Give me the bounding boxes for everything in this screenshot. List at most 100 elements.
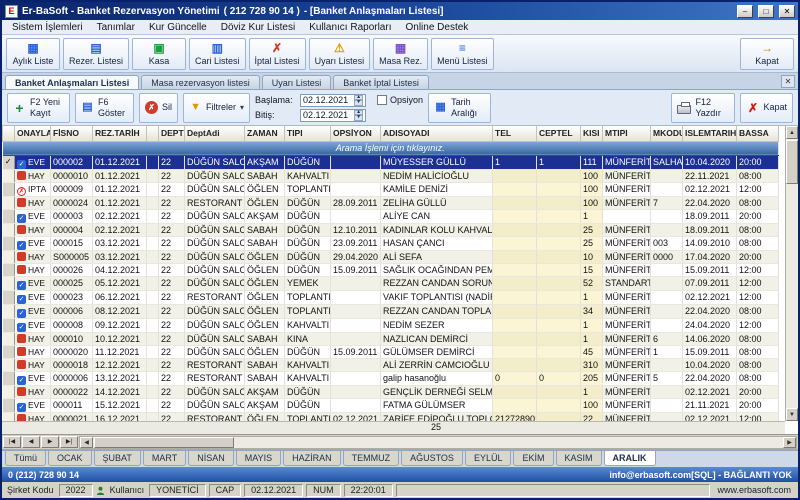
cari-listesi-button[interactable]: ▥Cari Listesi <box>189 38 246 70</box>
nav-next-button[interactable]: ▶ <box>41 436 59 448</box>
vertical-scrollbar[interactable]: ▲ ▼ <box>785 126 798 421</box>
nav-prev-button[interactable]: ◀ <box>22 436 40 448</box>
month-tab-kasim[interactable]: KASIM <box>556 451 602 466</box>
grid-search-row[interactable]: Arama İşlemi için tıklayınız. <box>3 141 779 155</box>
menu-item-doviz-kur-listesi[interactable]: Döviz Kur Listesi <box>215 22 301 33</box>
aylik-liste-button[interactable]: ▦Aylık Liste <box>6 38 60 70</box>
column-header-fisno[interactable]: FİSNO <box>51 126 93 141</box>
kasa-button[interactable]: ▣Kasa <box>132 38 186 70</box>
month-tab-haziran[interactable]: HAZİRAN <box>283 451 341 466</box>
maximize-button[interactable]: □ <box>758 5 774 18</box>
table-row[interactable]: ✗IPTA00000901.12.202122DÜĞÜN SALONUÖĞLEN… <box>3 182 779 196</box>
menu-item-kullanici-raporlari[interactable]: Kullanıcı Raporları <box>303 22 397 33</box>
iptal-listesi-button[interactable]: ✗İptal Listesi <box>249 38 306 70</box>
column-header-tel[interactable]: TEL <box>493 126 537 141</box>
column-header-ceptel[interactable]: CEPTEL <box>537 126 581 141</box>
month-tab-mayis[interactable]: MAYIS <box>236 451 281 466</box>
menu-listesi-button[interactable]: ≡Menü Listesi <box>431 38 494 70</box>
scroll-left-icon[interactable]: ◀ <box>80 437 93 448</box>
nav-first-button[interactable]: |◀ <box>3 436 21 448</box>
column-header-mtipi[interactable]: MTIPI <box>603 126 651 141</box>
tab-banket-anlasmalari-listesi[interactable]: Banket Anlaşmaları Listesi <box>5 75 139 89</box>
month-tab-agustos[interactable]: AĞUSTOS <box>401 451 463 466</box>
rezervasyon-listesi-button[interactable]: ▤Rezer. Listesi <box>63 38 129 70</box>
opsiyon-checkbox[interactable] <box>377 95 387 105</box>
nav-last-button[interactable]: ▶| <box>60 436 78 448</box>
end-date-spinner[interactable]: ▲▼ <box>354 110 363 121</box>
column-header-deptadi[interactable]: DeptAdi <box>185 126 245 141</box>
start-date-input[interactable]: 02.12.2021 ▲▼ <box>300 94 366 107</box>
table-row[interactable]: ✓EVE00000302.12.202122DÜĞÜN SALONUAKŞAMD… <box>3 209 779 223</box>
uyari-listesi-button[interactable]: ⚠Uyarı Listesi <box>309 38 371 70</box>
table-row[interactable]: HAY00000402.12.202122DÜĞÜN SALONUSABAHDÜ… <box>3 223 779 236</box>
scroll-right-icon[interactable]: ▶ <box>783 437 796 448</box>
month-tab-tumu[interactable]: Tümü <box>5 451 46 466</box>
table-row[interactable]: HAYS00000503.12.202122DÜĞÜN SALONUÖĞLEND… <box>3 250 779 263</box>
month-tab-ocak[interactable]: OCAK <box>48 451 92 466</box>
month-tab-mart[interactable]: MART <box>143 451 186 466</box>
table-row[interactable]: HAY000002401.12.202122RESTORANT KÜÇÜKÖĞL… <box>3 196 779 209</box>
table-row[interactable]: HAY000002116.12.202122RESTORANT KÜÇÜKÖĞL… <box>3 412 779 421</box>
month-tab-ekim[interactable]: EKİM <box>513 451 553 466</box>
delete-button[interactable]: ✗ Sil <box>139 93 178 123</box>
table-row[interactable]: ✓EVE00002306.12.202122RESTORANT KÜÇÜKÖĞL… <box>3 290 779 304</box>
date-range-button[interactable]: ▦ Tarih Aralığı <box>428 93 491 123</box>
table-row[interactable]: ✓EVE00002505.12.202122DÜĞÜN SALONUÖĞLENY… <box>3 276 779 290</box>
tab-uyari-listesi[interactable]: Uyarı Listesi <box>262 75 332 89</box>
table-row[interactable]: ✓EVE00000809.12.202122DÜĞÜN SALONUÖĞLENK… <box>3 318 779 332</box>
menu-item-tanimlar[interactable]: Tanımlar <box>91 22 141 33</box>
table-row[interactable]: ✓✓EVE00000201.12.202122DÜĞÜN SALONUAKŞAM… <box>3 155 779 169</box>
table-row[interactable]: HAY000001001.12.202122DÜĞÜN SALONUSABAHK… <box>3 169 779 182</box>
filter-close-button[interactable]: ✗ Kapat <box>740 93 793 123</box>
website-link[interactable]: www.erbasoft.com <box>713 485 795 495</box>
tab-banket-iptal-listesi[interactable]: Banket İptal Listesi <box>333 75 429 89</box>
column-header-tipi[interactable]: TIPI <box>285 126 331 141</box>
scroll-up-icon[interactable]: ▲ <box>786 126 798 139</box>
table-row[interactable]: HAY000001812.12.202122RESTORANT KÜÇÜKSAB… <box>3 358 779 371</box>
column-header-onayla[interactable]: ONAYLA <box>15 126 51 141</box>
month-tab-subat[interactable]: ŞUBAT <box>94 451 141 466</box>
table-row[interactable]: ✓EVE00001115.12.202122DÜĞÜN SALONUAKŞAMD… <box>3 398 779 412</box>
column-header-blank[interactable] <box>147 126 159 141</box>
vertical-scroll-thumb[interactable] <box>786 140 798 184</box>
column-header-islemtarih[interactable]: ISLEMTARIH <box>683 126 737 141</box>
table-row[interactable]: HAY000002011.12.202122DÜĞÜN SALONUÖĞLEND… <box>3 345 779 358</box>
horizontal-scrollbar[interactable]: ◀ ▶ <box>79 436 797 449</box>
masa-rez-button[interactable]: ▦Masa Rez. <box>373 38 428 70</box>
menu-item-online-destek[interactable]: Online Destek <box>399 22 474 33</box>
horizontal-scroll-thumb[interactable] <box>94 437 234 448</box>
kapat-button[interactable]: →Kapat <box>740 38 794 70</box>
table-row[interactable]: ✓EVE000000613.12.202122RESTORANT KÜÇÜKSA… <box>3 371 779 385</box>
month-tab-temmuz[interactable]: TEMMUZ <box>343 451 400 466</box>
month-tab-nisan[interactable]: NİSAN <box>188 451 234 466</box>
month-tab-aralik[interactable]: ARALIK <box>604 451 656 466</box>
table-row[interactable]: ✓EVE00001503.12.202122DÜĞÜN SALONUSABAHD… <box>3 236 779 250</box>
end-date-input[interactable]: 02.12.2021 ▲▼ <box>300 109 366 122</box>
minimize-button[interactable]: – <box>737 5 753 18</box>
column-header-indicator[interactable] <box>3 126 15 141</box>
start-date-spinner[interactable]: ▲▼ <box>354 95 363 106</box>
column-header-dept[interactable]: DEPT <box>159 126 185 141</box>
table-row[interactable]: HAY00001010.12.202122DÜĞÜN SALONUSABAHKI… <box>3 332 779 345</box>
column-header-adisoyadi[interactable]: ADISOYADI <box>381 126 493 141</box>
column-header-opsiyon[interactable]: OPSİYON <box>331 126 381 141</box>
column-header-kisi[interactable]: KISI <box>581 126 603 141</box>
column-header-bassa[interactable]: BASSA <box>737 126 779 141</box>
table-row[interactable]: HAY000002214.12.202122DÜĞÜN SALONUAKŞAMD… <box>3 385 779 398</box>
menu-item-kur-guncelle[interactable]: Kur Güncelle <box>143 22 213 33</box>
tab-masa-rezervasyon-listesi[interactable]: Masa rezervasyon listesi <box>141 75 260 89</box>
window-close-button[interactable]: ✕ <box>779 5 795 18</box>
table-row[interactable]: HAY00002604.12.202122DÜĞÜN SALONUÖĞLENDÜ… <box>3 263 779 276</box>
tabs-close-button[interactable]: ✕ <box>781 75 795 88</box>
column-header-mkodu[interactable]: MKODU <box>651 126 683 141</box>
f6-show-button[interactable]: ▤ F6 Göster <box>75 93 134 123</box>
month-tab-eylul[interactable]: EYLÜL <box>465 451 512 466</box>
column-header-zaman[interactable]: ZAMAN <box>245 126 285 141</box>
table-row[interactable]: ✓EVE00000608.12.202122DÜĞÜN SALONUÖĞLENT… <box>3 304 779 318</box>
f2-new-record-button[interactable]: + F2 Yeni Kayıt <box>7 93 70 123</box>
filters-button[interactable]: ▼ Filtreler ▾ <box>183 93 250 123</box>
menu-item-sistem-islemleri[interactable]: Sistem İşlemleri <box>6 22 89 33</box>
f12-print-button[interactable]: F12 Yazdır <box>671 93 735 123</box>
scroll-down-icon[interactable]: ▼ <box>786 408 798 421</box>
column-header-reztarih[interactable]: REZ.TARİH <box>93 126 147 141</box>
